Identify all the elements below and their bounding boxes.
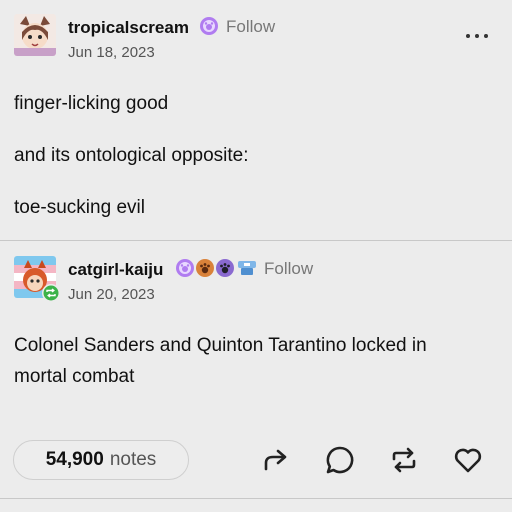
notes-label: notes [109,449,157,470]
notes-count: 54,900 [45,449,104,470]
follow-button[interactable]: Follow [226,17,275,37]
reblog-text-line: mortal combat [14,366,135,387]
sticker-badge-icon [236,258,258,278]
reblog-date: Jun 20, 2023 [68,286,155,303]
reblogger-username[interactable]: catgirl-kaiju [68,260,163,280]
heart-icon[interactable] [451,443,485,477]
paw-badge-icon [216,259,234,277]
follow-button[interactable]: Follow [264,259,313,279]
paw-badge-icon [196,259,214,277]
post-date: Jun 18, 2023 [68,44,155,61]
reply-icon[interactable] [323,443,357,477]
post-paragraph: and its ontological opposite: [14,145,249,166]
bottom-divider [0,498,512,499]
reblog-divider [0,240,512,241]
author-username[interactable]: tropicalscream [68,18,189,38]
author-avatar[interactable] [14,14,56,56]
community-badge-icon [176,259,194,277]
community-badge-icon [200,17,218,35]
more-options-icon[interactable] [466,32,490,40]
share-icon[interactable] [259,443,293,477]
notes-button[interactable]: 54,900 notes [13,440,189,480]
reblog-icon[interactable] [387,443,421,477]
reblog-text-line: Colonel Sanders and Quinton Tarantino lo… [14,335,427,356]
post-header: tropicalscream Follow Jun 18, 2023 [14,14,498,61]
reblog-indicator-icon [42,284,60,302]
reblog-header: catgirl-kaiju Follow Jun 20, 2023 [14,256,498,303]
post-paragraph: finger-licking good [14,93,169,114]
post-paragraph: toe-sucking evil [14,197,145,218]
